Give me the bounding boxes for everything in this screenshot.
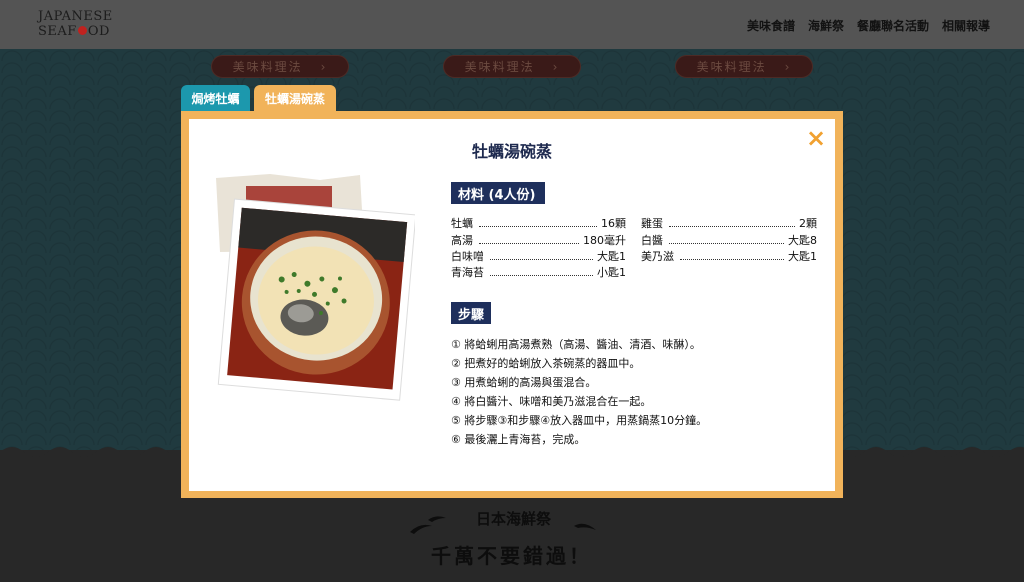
step-item: ⑤ 將步驟③和步驟④放入器皿中，用蒸鍋蒸10分鐘。 — [451, 414, 708, 427]
recipe-title: 牡蠣湯碗蒸 — [471, 142, 552, 161]
logo-line2: SEAF OD — [38, 24, 110, 39]
chevron-right-icon: › — [784, 59, 792, 74]
festival-slogan: 日本海鮮祭 — [476, 510, 552, 528]
step-item: ⑥ 最後灑上青海苔，完成。 — [451, 433, 586, 446]
step-item: ③ 用煮蛤蜊的高湯與蛋混合。 — [451, 376, 597, 389]
recipe-pill-3[interactable]: 美味料理法 › — [675, 55, 813, 78]
ingredient-row: 牡蠣 16顆 — [451, 217, 626, 230]
ingredient-row: 高湯 180毫升 — [451, 234, 626, 247]
nav-press[interactable]: 相關報導 — [942, 17, 990, 34]
site-header: JAPANESE SEAF OD 美味食譜 海鮮祭 餐廳聯名活動 相關報導 — [0, 0, 1024, 49]
ingredient-row: 雞蛋 2顆 — [641, 217, 817, 230]
main-nav: 美味食譜 海鮮祭 餐廳聯名活動 相關報導 — [747, 17, 990, 34]
step-item: ② 把煮好的蛤蜊放入茶碗蒸的器皿中。 — [451, 357, 641, 370]
ingredient-row: 白醬 大匙8 — [641, 234, 817, 247]
recipe-pill-1[interactable]: 美味料理法 › — [211, 55, 349, 78]
ingredient-row: 青海苔 小匙1 — [451, 266, 626, 279]
site-logo[interactable]: JAPANESE SEAF OD — [38, 9, 113, 39]
festival-tagline: 千萬不要錯過！ — [431, 544, 592, 568]
chevron-right-icon: › — [320, 59, 328, 74]
ingredient-row: 美乃滋 大匙1 — [641, 250, 817, 263]
step-item: ① 將蛤蜊用高湯煮熟（高湯、醬油、清酒、味醂）。 — [451, 338, 701, 351]
chevron-right-icon: › — [552, 59, 560, 74]
logo-line1: JAPANESE — [38, 9, 113, 24]
ingredient-row: 白味噌 大匙1 — [451, 250, 626, 263]
tab-oyster-chawanmushi[interactable]: 牡蠣湯碗蒸 — [254, 85, 336, 112]
nav-seafood-festival[interactable]: 海鮮祭 — [808, 17, 844, 34]
ingredients-label: 材料 (4人份) — [451, 182, 545, 204]
recipe-pill-2[interactable]: 美味料理法 › — [443, 55, 581, 78]
tab-baked-oyster[interactable]: 焗烤牡蠣 — [181, 85, 250, 112]
dish-photo — [216, 174, 415, 401]
nav-recipes[interactable]: 美味食譜 — [747, 17, 795, 34]
step-item: ④ 將白醬汁、味噌和美乃滋混合在一起。 — [451, 395, 652, 408]
nav-restaurant-collab[interactable]: 餐廳聯名活動 — [857, 17, 929, 34]
steps-label: 步驟 — [451, 302, 491, 324]
logo-red-dot — [77, 26, 87, 35]
